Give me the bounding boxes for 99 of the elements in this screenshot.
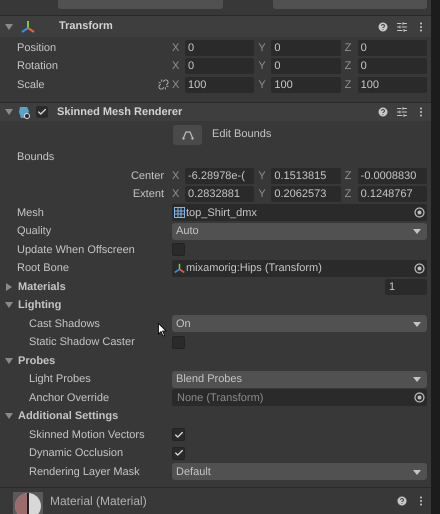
property-label: Light Probes: [29, 372, 91, 387]
settings-icon[interactable]: [396, 20, 408, 32]
mesh-grid-icon: [174, 207, 185, 218]
property-label: Center: [130, 168, 164, 184]
collapsed-arrow-icon[interactable]: [5, 282, 13, 291]
number-field[interactable]: 0: [358, 58, 427, 74]
number-field[interactable]: 0.2832881: [185, 186, 254, 202]
edit-bounds-label: Edit Bounds: [212, 127, 272, 142]
axis-label: Y: [258, 78, 267, 92]
component-title: Material (Material): [50, 493, 147, 510]
axis-label: Z: [344, 59, 352, 74]
component-header[interactable]: Transform: [0, 16, 431, 37]
axis-label: Y: [258, 40, 267, 56]
dropdown-arrow-icon: [413, 468, 421, 475]
axis-label: Z: [344, 40, 352, 56]
object-value: mixamorig:Hips (Transform): [185, 261, 322, 276]
dropdown-arrow-icon: [413, 320, 421, 327]
component-header[interactable]: Skinned Mesh Renderer: [0, 103, 431, 121]
bounds-icon: [182, 130, 194, 140]
number-field[interactable]: 0: [185, 58, 254, 74]
object-field[interactable]: mixamorig:Hips (Transform): [172, 260, 427, 277]
mouse-cursor-icon: [158, 323, 167, 337]
expanded-arrow-icon[interactable]: [5, 22, 13, 30]
number-field[interactable]: 100: [185, 76, 254, 93]
property-label: Position: [17, 40, 56, 56]
object-value: None (Transform): [176, 390, 264, 406]
axis-label: Y: [258, 168, 267, 184]
expanded-arrow-icon[interactable]: [5, 412, 13, 420]
dropdown[interactable]: Default: [172, 463, 427, 480]
section-label[interactable]: Probes: [18, 352, 56, 369]
object-field[interactable]: None (Transform): [172, 389, 427, 406]
property-label: Static Shadow Caster: [29, 335, 135, 350]
axis-label: Z: [344, 168, 352, 184]
number-field[interactable]: -0.0008830: [358, 168, 427, 184]
dropdown-arrow-icon: [413, 376, 421, 382]
axis-label: Y: [258, 59, 267, 74]
property-label: Skinned Motion Vectors: [29, 428, 145, 442]
number-field[interactable]: 0.1248767: [358, 186, 427, 202]
property-label: Anchor Override: [29, 390, 110, 406]
help-icon[interactable]: [377, 106, 389, 118]
axis-label: Y: [258, 187, 267, 202]
checkbox[interactable]: [172, 446, 185, 460]
property-label: Cast Shadows: [29, 316, 100, 332]
target-picker-icon[interactable]: [414, 392, 425, 404]
property-label: Update When Offscreen: [17, 242, 135, 258]
axes-icon: [21, 20, 35, 34]
axis-label: X: [172, 59, 180, 74]
section-label[interactable]: Additional Settings: [18, 408, 118, 424]
component-header[interactable]: Material (Material): [0, 488, 431, 514]
checkbox[interactable]: [172, 428, 185, 442]
property-label: Scale: [17, 78, 45, 92]
settings-icon[interactable]: [396, 106, 408, 118]
property-label: Mesh: [17, 206, 44, 220]
material-sphere-icon: [13, 492, 43, 514]
property-label: Dynamic Occlusion: [29, 446, 124, 461]
target-picker-icon[interactable]: [414, 207, 425, 218]
section-label[interactable]: Materials: [18, 278, 66, 295]
dropdown[interactable]: Auto: [172, 222, 427, 240]
number-field[interactable]: 0.2062573: [271, 186, 341, 202]
dropdown-arrow-icon: [413, 228, 421, 234]
property-label: Quality: [17, 224, 52, 239]
property-label: Rotation: [17, 59, 58, 74]
number-field[interactable]: 0: [271, 40, 341, 56]
axis-label: Z: [344, 187, 352, 202]
edit-bounds-button[interactable]: [173, 124, 202, 144]
number-field[interactable]: 100: [271, 76, 341, 93]
axis-label: X: [172, 78, 180, 92]
unlinked-scale-icon[interactable]: [158, 79, 169, 90]
help-icon[interactable]: [377, 20, 389, 32]
expanded-arrow-icon[interactable]: [5, 356, 13, 365]
axis-label: X: [172, 40, 180, 56]
component-title: Transform: [59, 19, 113, 34]
number-field[interactable]: 0: [358, 40, 427, 56]
property-label: Extent: [132, 187, 164, 202]
component-title: Skinned Mesh Renderer: [57, 104, 182, 120]
axis-label: Z: [344, 78, 352, 92]
property-label: Root Bone: [17, 261, 69, 276]
object-value: top_Shirt_dmx: [185, 206, 257, 220]
axes-icon: [174, 262, 185, 274]
help-icon[interactable]: [396, 495, 408, 507]
number-field[interactable]: 0.1513815: [271, 168, 341, 184]
dropdown[interactable]: Blend Probes: [172, 370, 427, 388]
expanded-arrow-icon[interactable]: [5, 108, 13, 116]
property-label: Bounds: [17, 150, 54, 165]
axis-label: X: [172, 168, 180, 184]
number-field[interactable]: 0: [185, 40, 254, 56]
property-label: Rendering Layer Mask: [29, 464, 140, 480]
target-picker-icon[interactable]: [414, 262, 425, 274]
number-field[interactable]: 0: [271, 58, 341, 74]
axis-label: X: [172, 187, 180, 202]
number-field[interactable]: 100: [358, 76, 427, 93]
count-field[interactable]: 1: [385, 278, 427, 295]
skinned-mesh-icon: [18, 106, 31, 118]
object-field[interactable]: top_Shirt_dmx: [172, 204, 427, 222]
section-label[interactable]: Lighting: [18, 297, 62, 314]
expanded-arrow-icon[interactable]: [5, 301, 13, 310]
dropdown[interactable]: On: [172, 315, 427, 332]
enabled-checkbox[interactable]: [36, 106, 48, 118]
number-field[interactable]: -6.28978e-(: [185, 168, 254, 184]
